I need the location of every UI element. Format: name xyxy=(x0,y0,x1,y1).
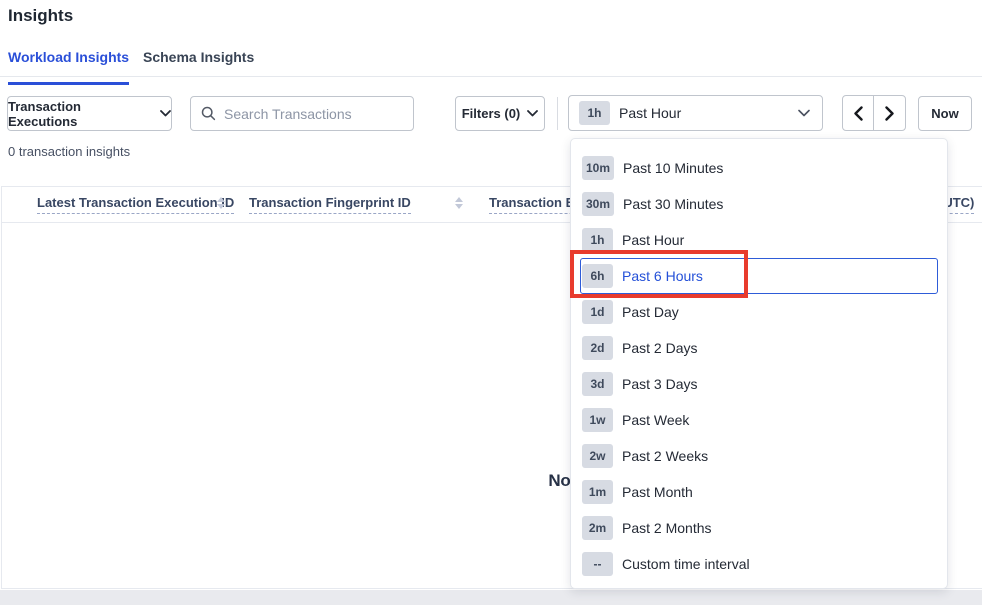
time-option-label: Past Day xyxy=(622,304,679,320)
column-header-transaction-fingerprint-id[interactable]: Transaction Fingerprint ID xyxy=(249,195,411,214)
prev-range-button[interactable] xyxy=(843,96,874,130)
time-option-past-10-minutes[interactable]: 10m Past 10 Minutes xyxy=(580,150,938,186)
execution-type-label: Transaction Executions xyxy=(8,99,153,129)
time-option-past-2-weeks[interactable]: 2w Past 2 Weeks xyxy=(580,438,938,474)
time-option-label: Past 30 Minutes xyxy=(623,196,723,212)
filters-button[interactable]: Filters (0) xyxy=(455,96,545,131)
time-option-badge: 10m xyxy=(582,156,614,180)
time-option-badge: 30m xyxy=(582,192,614,216)
time-option-past-2-months[interactable]: 2m Past 2 Months xyxy=(580,510,938,546)
time-option-label: Past 2 Months xyxy=(622,520,712,536)
tab-workload-insights[interactable]: Workload Insights xyxy=(8,49,129,85)
chevron-down-icon xyxy=(798,109,810,117)
time-option-badge: 3d xyxy=(582,372,613,396)
time-option-custom-interval[interactable]: -- Custom time interval xyxy=(580,546,938,582)
time-option-label: Past 10 Minutes xyxy=(623,160,723,176)
time-option-badge: 6h xyxy=(582,264,613,288)
search-box xyxy=(190,96,414,131)
toolbar-divider xyxy=(557,97,558,130)
time-option-past-6-hours[interactable]: 6h Past 6 Hours xyxy=(580,258,938,294)
time-option-label: Custom time interval xyxy=(622,556,750,572)
time-option-badge: 1d xyxy=(582,300,613,324)
time-option-badge: 2m xyxy=(582,516,613,540)
sort-icon[interactable] xyxy=(217,197,225,209)
time-option-label: Past Hour xyxy=(622,232,684,248)
tab-schema-insights[interactable]: Schema Insights xyxy=(143,49,254,85)
time-nav-arrows xyxy=(842,95,906,131)
time-range-label: Past Hour xyxy=(619,105,798,121)
time-option-label: Past Week xyxy=(622,412,689,428)
page-footer-background xyxy=(0,590,982,605)
insights-count: 0 transaction insights xyxy=(8,144,130,159)
time-interval-dropdown: 10m Past 10 Minutes 30m Past 30 Minutes … xyxy=(570,138,948,589)
time-option-badge: 1h xyxy=(582,228,613,252)
time-option-past-2-days[interactable]: 2d Past 2 Days xyxy=(580,330,938,366)
next-range-button[interactable] xyxy=(874,96,905,130)
now-button[interactable]: Now xyxy=(918,96,972,131)
time-option-badge: 1m xyxy=(582,480,613,504)
chevron-down-icon xyxy=(160,110,171,117)
time-option-label: Past Month xyxy=(622,484,693,500)
time-option-past-month[interactable]: 1m Past Month xyxy=(580,474,938,510)
time-option-label: Past 2 Weeks xyxy=(622,448,708,464)
time-range-button[interactable]: 1h Past Hour xyxy=(568,95,823,131)
time-option-past-week[interactable]: 1w Past Week xyxy=(580,402,938,438)
insights-page: Insights Workload Insights Schema Insigh… xyxy=(0,0,982,605)
time-option-badge: -- xyxy=(582,552,613,576)
time-option-badge: 2w xyxy=(582,444,613,468)
time-option-past-30-minutes[interactable]: 30m Past 30 Minutes xyxy=(580,186,938,222)
time-range-badge: 1h xyxy=(579,101,610,125)
time-option-past-hour[interactable]: 1h Past Hour xyxy=(580,222,938,258)
filters-label: Filters (0) xyxy=(462,106,521,121)
time-option-label: Past 6 Hours xyxy=(622,268,703,284)
sort-icon[interactable] xyxy=(455,197,463,209)
search-input[interactable] xyxy=(224,106,405,122)
page-title: Insights xyxy=(8,6,73,26)
execution-type-select[interactable]: Transaction Executions xyxy=(7,96,172,131)
chevron-down-icon xyxy=(527,110,538,117)
time-option-badge: 1w xyxy=(582,408,613,432)
time-option-badge: 2d xyxy=(582,336,613,360)
time-option-past-3-days[interactable]: 3d Past 3 Days xyxy=(580,366,938,402)
time-option-past-day[interactable]: 1d Past Day xyxy=(580,294,938,330)
search-icon xyxy=(201,106,216,121)
column-header-latest-transaction-execution-id[interactable]: Latest Transaction Execution ID xyxy=(37,195,234,214)
time-option-label: Past 3 Days xyxy=(622,376,697,392)
time-option-label: Past 2 Days xyxy=(622,340,697,356)
